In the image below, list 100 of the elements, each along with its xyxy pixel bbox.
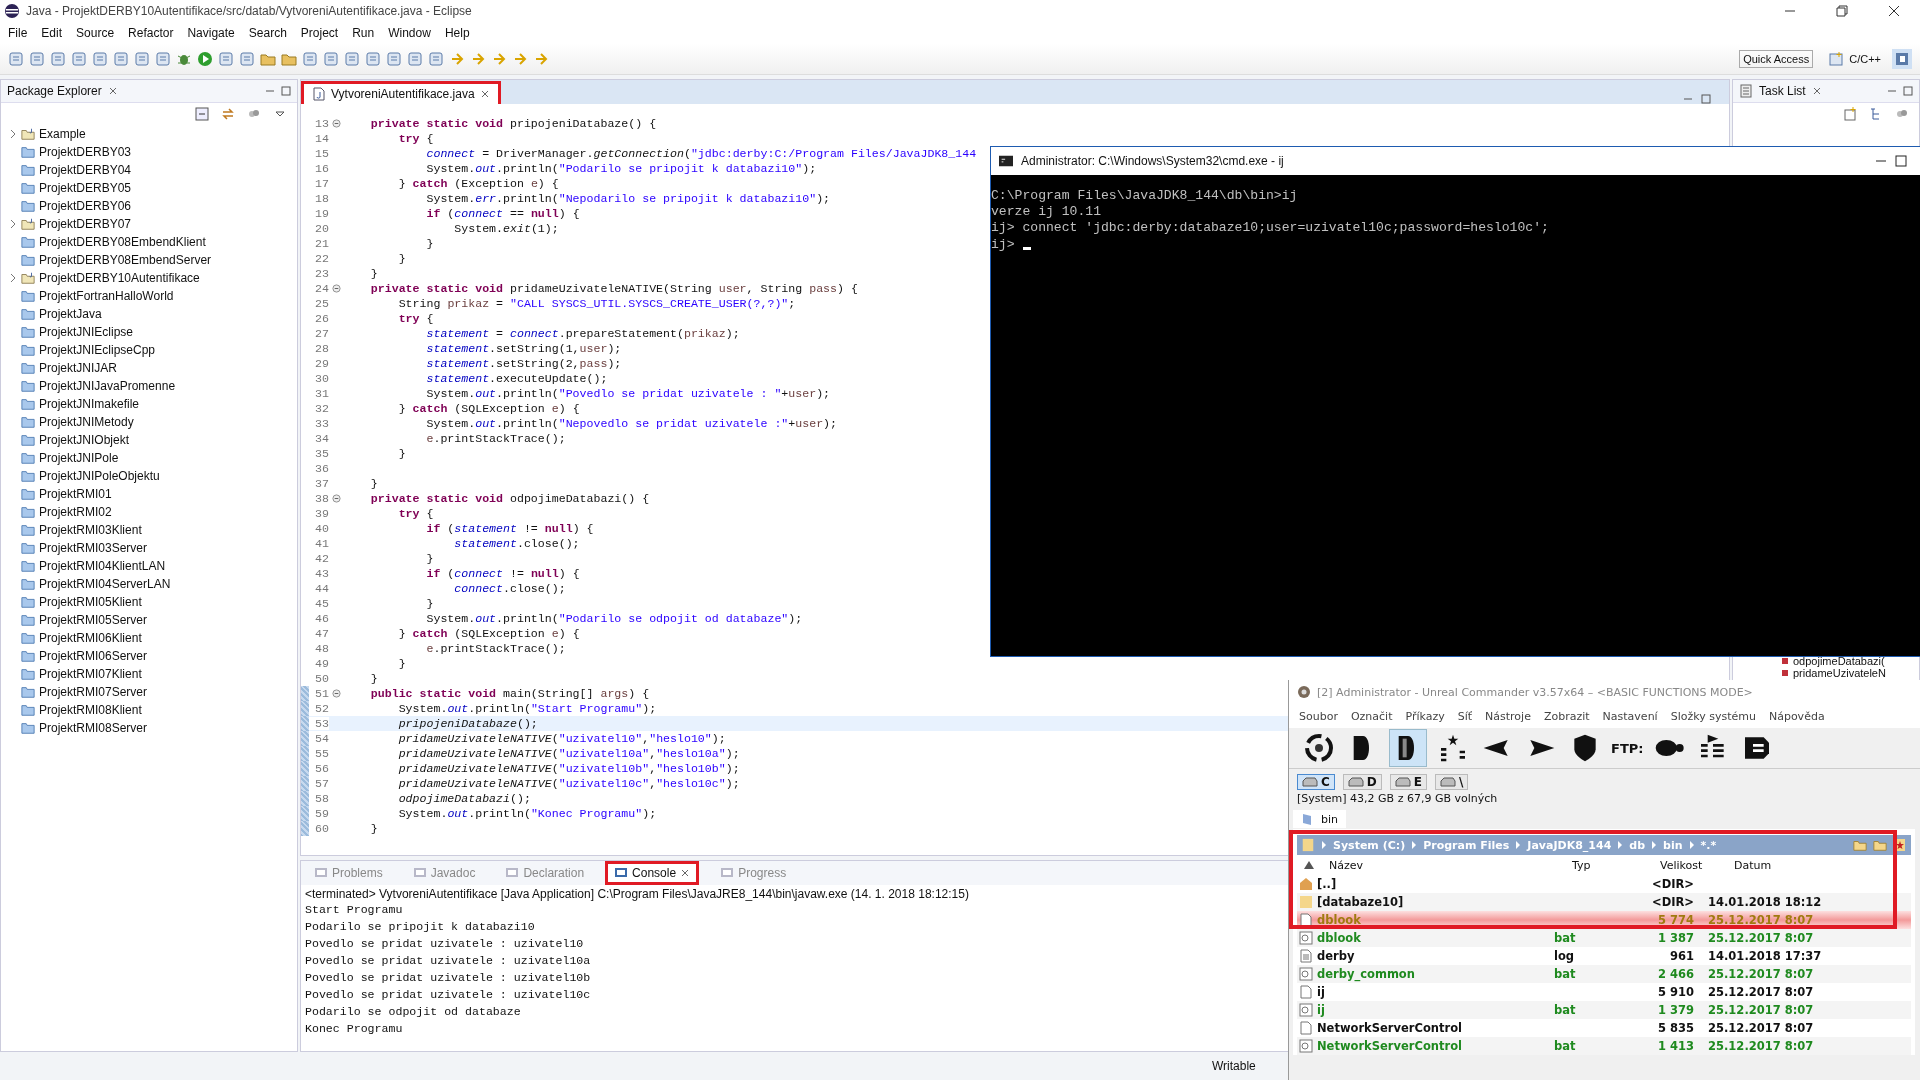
tree-item[interactable]: ProjektJava: [39, 307, 102, 321]
column-header[interactable]: Název: [1315, 858, 1572, 872]
tree-item[interactable]: ProjektRMI06Klient: [39, 631, 142, 645]
tree-item[interactable]: ProjektDERBY07: [39, 217, 132, 231]
menu-item[interactable]: Složky systému: [1670, 709, 1756, 723]
file-row[interactable]: dblook bat 1 387 25.12.2017 8:07: [1297, 929, 1911, 947]
tree-item[interactable]: ProjektRMI05Server: [39, 613, 148, 627]
task-list-tab[interactable]: Task List: [1759, 84, 1806, 98]
menu-item[interactable]: Run: [352, 26, 375, 40]
menu-item[interactable]: Nástroje: [1485, 709, 1531, 723]
maximize-icon[interactable]: [281, 86, 291, 96]
ftp-button[interactable]: FTP:: [1611, 740, 1644, 756]
tree-item[interactable]: ProjektRMI02: [39, 505, 112, 519]
menu-item[interactable]: Project: [300, 26, 339, 40]
file-row[interactable]: [..] <DIR>: [1297, 875, 1911, 893]
tree-item[interactable]: ProjektRMI04KlientLAN: [39, 559, 166, 573]
folder-tab[interactable]: bin: [1293, 810, 1346, 828]
drive-button[interactable]: C: [1297, 774, 1335, 790]
menu-item[interactable]: Help: [444, 26, 470, 40]
tree-item[interactable]: ProjektRMI08Server: [39, 721, 148, 735]
close-icon[interactable]: [1888, 5, 1900, 17]
tree-item[interactable]: ProjektFortranHalloWorld: [39, 289, 174, 303]
outline-item[interactable]: odpojimeDatabazi(: [1793, 655, 1885, 667]
tree-item[interactable]: ProjektDERBY08EmbendKlient: [39, 235, 206, 249]
open-folder-icon[interactable]: [260, 51, 276, 67]
tree-item[interactable]: ProjektJNIObjekt: [39, 433, 130, 447]
close-icon[interactable]: [479, 89, 490, 99]
tree-item[interactable]: ProjektJNIEclipse: [39, 325, 134, 339]
tree-item[interactable]: ProjektJNIMetody: [39, 415, 134, 429]
file-row[interactable]: derby log 961 14.01.2018 17:37: [1297, 947, 1911, 965]
panel-icon[interactable]: [1389, 729, 1427, 767]
fold-icon[interactable]: [331, 494, 341, 503]
new-task-icon[interactable]: [1843, 107, 1857, 121]
quick-access-field[interactable]: Quick Access: [1739, 50, 1814, 68]
file-row[interactable]: derby_common bat 2 466 25.12.2017 8:07: [1297, 965, 1911, 983]
tree-item[interactable]: ProjektRMI03Klient: [39, 523, 142, 537]
root-folder-icon[interactable]: [1853, 838, 1867, 852]
file-row[interactable]: NetworkServerControl bat 1 413 25.12.2017 8:07: [1297, 1037, 1911, 1055]
menu-item[interactable]: Označit: [1350, 709, 1393, 723]
package-explorer-tab[interactable]: Package Explorer: [7, 84, 102, 98]
open-perspective-icon[interactable]: [1828, 51, 1845, 67]
drive-button[interactable]: \: [1435, 774, 1469, 790]
tree-item[interactable]: ProjektRMI03Server: [39, 541, 148, 555]
menu-item[interactable]: Nápověda: [1768, 709, 1825, 723]
menu-item[interactable]: File: [8, 26, 28, 40]
folder-icon[interactable]: [281, 51, 297, 67]
tree-item[interactable]: ProjektJNIJavaPromenne: [39, 379, 176, 393]
collapse-all-icon[interactable]: [195, 107, 209, 121]
menu-item[interactable]: Source: [76, 26, 115, 40]
drive-button[interactable]: E: [1389, 774, 1427, 790]
tree-item[interactable]: ProjektRMI01: [39, 487, 112, 501]
sort-ascending-icon[interactable]: [1303, 860, 1315, 870]
menu-item[interactable]: Window: [388, 26, 431, 40]
perspective-button[interactable]: C/C++: [1849, 53, 1881, 65]
maximize-icon[interactable]: [1701, 94, 1711, 104]
file-row[interactable]: NetworkServerControl 5 835 25.12.2017 8:07: [1297, 1019, 1911, 1037]
new-file-icon[interactable]: [8, 51, 24, 67]
tree-item[interactable]: ProjektJNIPole: [39, 451, 119, 465]
menu-item[interactable]: Zobrazit: [1543, 709, 1590, 723]
tree-item[interactable]: ProjektDERBY05: [39, 181, 132, 195]
tree-item[interactable]: ProjektRMI07Server: [39, 685, 148, 699]
tree-item[interactable]: ProjektRMI06Server: [39, 649, 148, 663]
menu-item[interactable]: Edit: [41, 26, 63, 40]
fold-icon[interactable]: [331, 689, 341, 698]
tree-item[interactable]: ProjektRMI05Klient: [39, 595, 142, 609]
menu-item[interactable]: Nastavení: [1602, 709, 1658, 723]
tree-item[interactable]: ProjektDERBY03: [39, 145, 132, 159]
home-folder-icon[interactable]: [1873, 838, 1887, 852]
run-icon[interactable]: [197, 51, 213, 67]
fold-icon[interactable]: [331, 119, 341, 128]
outline-item[interactable]: pridameUzivateleN: [1793, 667, 1886, 679]
menu-item[interactable]: Search: [248, 26, 287, 40]
close-icon[interactable]: [680, 868, 691, 878]
file-row[interactable]: ij 5 910 25.12.2017 8:07: [1297, 983, 1911, 1001]
file-row[interactable]: ij bat 1 379 25.12.2017 8:07: [1297, 1001, 1911, 1019]
restore-icon[interactable]: [1836, 5, 1848, 17]
tree-item[interactable]: ProjektJNIEclipseCpp: [39, 343, 156, 357]
tree-item[interactable]: Example: [39, 127, 86, 141]
menu-item[interactable]: Síť: [1457, 709, 1473, 723]
editor-tab[interactable]: VytvoreniAutentifikace.java: [301, 81, 501, 104]
maximize-icon[interactable]: [1903, 86, 1913, 96]
column-header[interactable]: Velikost: [1652, 858, 1720, 872]
tree-item[interactable]: ProjektJNImakefile: [39, 397, 140, 411]
menu-item[interactable]: Refactor: [128, 26, 174, 40]
fold-icon[interactable]: [331, 284, 341, 293]
file-row[interactable]: [databaze10] <DIR> 14.01.2018 18:12: [1297, 893, 1911, 911]
tree-item[interactable]: ProjektJNIPoleObjektu: [39, 469, 160, 483]
tree-item[interactable]: ProjektDERBY08EmbendServer: [39, 253, 212, 267]
drive-button[interactable]: D: [1342, 774, 1382, 790]
tree-item[interactable]: ProjektDERBY04: [39, 163, 132, 177]
tree-item[interactable]: ProjektJNIJAR: [39, 361, 118, 375]
menu-item[interactable]: Navigate: [187, 26, 235, 40]
column-header[interactable]: Typ: [1572, 858, 1652, 872]
tree-item[interactable]: ProjektDERBY10Autentifikace: [39, 271, 200, 285]
tree-item[interactable]: ProjektRMI07Klient: [39, 667, 142, 681]
tree-item[interactable]: ProjektDERBY06: [39, 199, 132, 213]
menu-item[interactable]: Soubor: [1299, 709, 1338, 723]
menu-item[interactable]: Příkazy: [1405, 709, 1445, 723]
java-perspective-icon[interactable]: [1892, 49, 1912, 69]
tree-item[interactable]: ProjektRMI04ServerLAN: [39, 577, 171, 591]
